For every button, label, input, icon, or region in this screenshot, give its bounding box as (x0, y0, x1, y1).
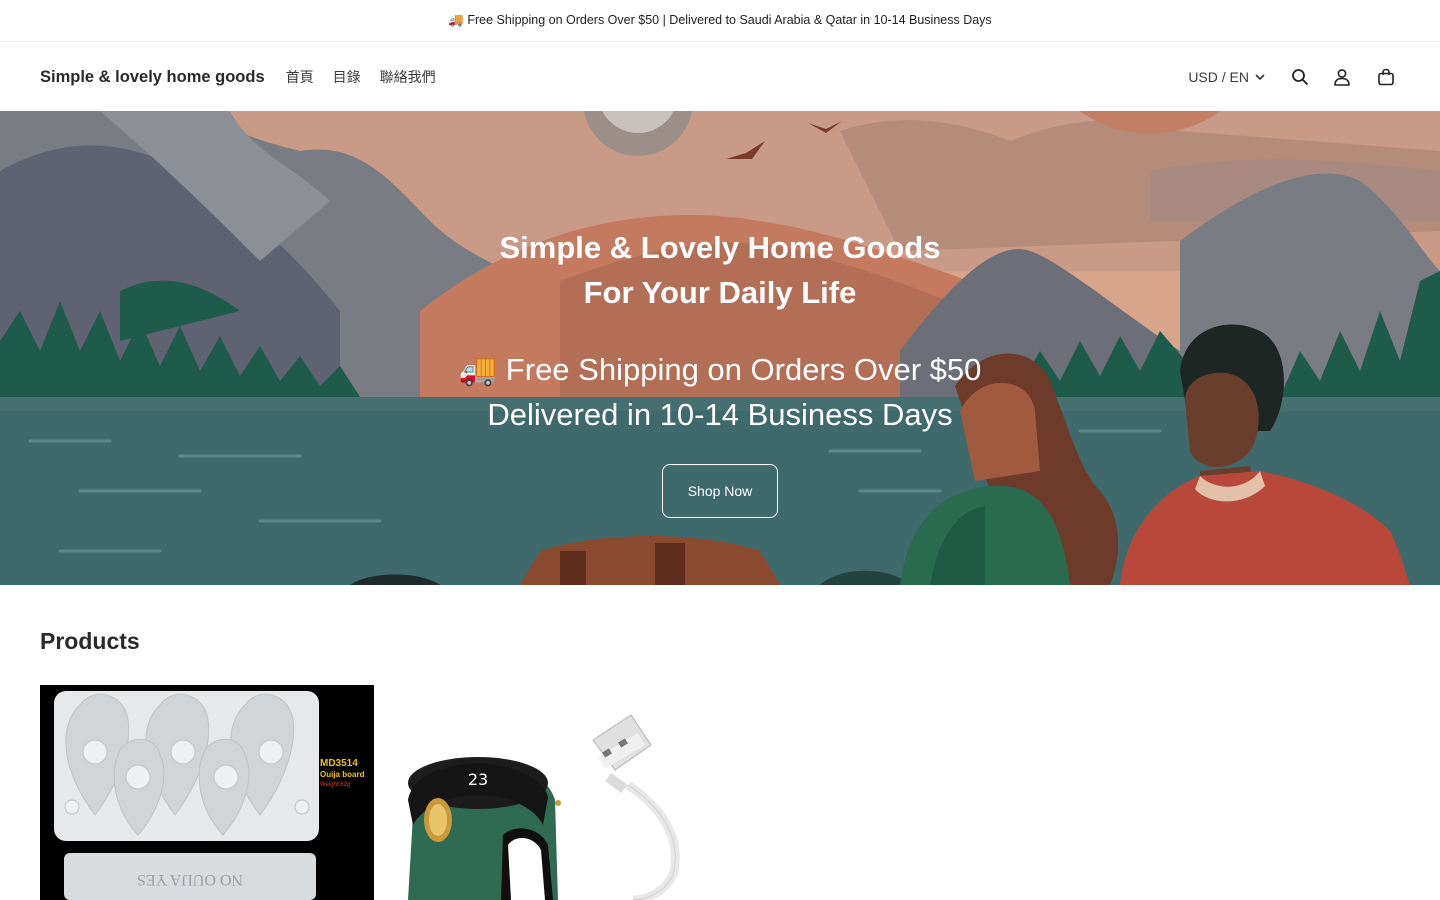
hero-title-line-1: Simple & Lovely Home Goods (499, 230, 941, 265)
product-2-display-value: 23 (468, 770, 488, 789)
nav-link-home[interactable]: 首頁 (286, 67, 314, 87)
hero-content: Simple & Lovely Home Goods For Your Dail… (0, 111, 1440, 585)
announcement-text: 🚚 Free Shipping on Orders Over $50 | Del… (448, 13, 992, 27)
product-image-tally-ring: 23 (383, 685, 717, 900)
nav-link-catalog[interactable]: 目錄 (333, 67, 361, 87)
main-nav: 首頁 目錄 聯絡我們 (286, 67, 436, 87)
product-card-tally-ring[interactable]: 23 (383, 685, 717, 900)
product-image-ouija-mold: NO OUIJA YES MD3514 Ouija board Weight:8… (40, 685, 374, 900)
hero-banner: Simple & Lovely Home Goods For Your Dail… (0, 111, 1440, 585)
site-header: Simple & lovely home goods 首頁 目錄 聯絡我們 US… (0, 43, 1440, 111)
hero-title: Simple & Lovely Home Goods For Your Dail… (500, 225, 941, 315)
brand-logo[interactable]: Simple & lovely home goods (40, 68, 265, 87)
search-button[interactable] (1288, 65, 1312, 89)
hero-title-line-2: For Your Daily Life (583, 275, 857, 310)
search-icon (1292, 69, 1308, 85)
chevron-down-icon (1255, 74, 1265, 81)
header-actions: USD / EN (1188, 65, 1400, 89)
cart-icon (1378, 68, 1394, 86)
product-1-name: Ouija board (320, 770, 365, 779)
hero-subtitle-line-2: Delivered in 10-14 Business Days (487, 397, 953, 432)
currency-label: USD / EN (1188, 69, 1249, 85)
hero-subtitle-line-1: 🚚 Free Shipping on Orders Over $50 (458, 352, 982, 387)
shop-now-button[interactable]: Shop Now (662, 464, 778, 518)
hero-subtitle: 🚚 Free Shipping on Orders Over $50 Deliv… (459, 347, 982, 437)
announcement-bar: 🚚 Free Shipping on Orders Over $50 | Del… (0, 0, 1440, 42)
products-heading: Products (40, 628, 140, 654)
account-button[interactable] (1330, 65, 1354, 89)
product-card-ouija-mold[interactable]: NO OUIJA YES MD3514 Ouija board Weight:8… (40, 685, 374, 900)
product-1-weight: Weight:82g (320, 782, 350, 788)
cart-button[interactable] (1374, 65, 1398, 89)
product-1-code: MD3514 (320, 758, 358, 769)
currency-selector[interactable]: USD / EN (1188, 69, 1266, 85)
nav-link-contact[interactable]: 聯絡我們 (380, 67, 436, 87)
account-icon (1334, 69, 1350, 86)
product-1-board-text: NO OUIJA YES (137, 871, 243, 888)
